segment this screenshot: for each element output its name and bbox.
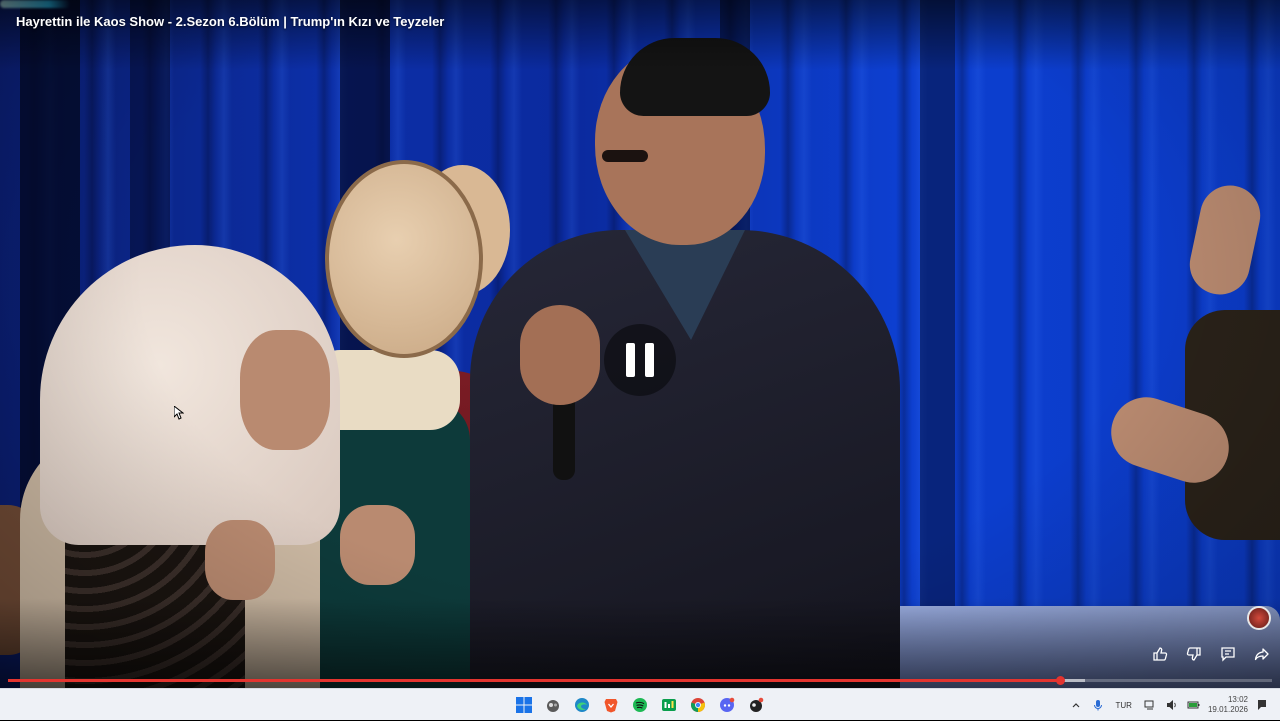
thumb-down-icon <box>1186 647 1201 661</box>
start-button[interactable] <box>512 692 536 718</box>
channel-avatar[interactable] <box>1247 606 1271 630</box>
like-button[interactable] <box>1146 640 1174 668</box>
taskbar-brave[interactable] <box>599 692 623 718</box>
taskbar-chrome[interactable] <box>686 692 710 718</box>
clock-date: 19.01.2026 <box>1207 705 1248 714</box>
video-actions <box>1146 640 1276 668</box>
speaker-icon <box>1166 700 1176 710</box>
scrubber-handle[interactable] <box>1055 676 1065 685</box>
progress-bar[interactable] <box>8 676 1272 685</box>
app-icon <box>662 699 676 711</box>
chevron-up-icon <box>1072 703 1079 708</box>
windows-start-icon <box>516 697 532 713</box>
spotify-icon <box>633 698 647 712</box>
dislike-button[interactable] <box>1180 640 1208 668</box>
comment-icon <box>1221 647 1235 662</box>
clock-time: 13:02 <box>1227 695 1248 704</box>
pause-icon <box>626 343 635 377</box>
pause-button[interactable] <box>604 324 676 396</box>
bottom-gradient <box>0 598 1280 688</box>
discord-icon <box>720 697 735 712</box>
app-icon <box>750 697 764 712</box>
app-icon <box>547 700 559 712</box>
edge-icon <box>575 698 589 712</box>
taskbar-app[interactable] <box>657 692 681 718</box>
clock[interactable]: 13:02 19.01.2026 <box>1208 695 1248 715</box>
taskbar-app[interactable] <box>541 692 565 718</box>
battery-icon <box>1187 701 1200 709</box>
pause-icon <box>645 343 654 377</box>
microphone-tray-button[interactable] <box>1090 697 1106 713</box>
windows-taskbar: TUR 13:02 19.01.2026 <box>0 688 1280 720</box>
system-tray: TUR 13:02 19.01.2026 <box>1068 689 1271 721</box>
played-bar <box>8 679 1060 682</box>
taskbar-edge[interactable] <box>570 692 594 718</box>
tray-overflow-button[interactable] <box>1068 697 1084 713</box>
share-button[interactable] <box>1248 640 1276 668</box>
network-icon <box>1144 700 1154 710</box>
chrome-icon <box>691 698 705 712</box>
battery-button[interactable] <box>1186 697 1202 713</box>
brave-icon <box>604 699 618 713</box>
share-icon <box>1254 648 1269 661</box>
thumb-up-icon <box>1153 647 1168 661</box>
video-title: Hayrettin ile Kaos Show - 2.Sezon 6.Bölü… <box>16 14 445 29</box>
taskbar-app[interactable] <box>744 692 768 718</box>
taskbar-discord[interactable] <box>715 692 739 718</box>
network-button[interactable] <box>1142 697 1158 713</box>
taskbar-spotify[interactable] <box>628 692 652 718</box>
input-language[interactable]: TUR <box>1112 701 1136 710</box>
volume-button[interactable] <box>1164 697 1180 713</box>
notification-icon <box>1258 700 1266 710</box>
microphone-icon <box>1093 700 1102 711</box>
comments-button[interactable] <box>1214 640 1242 668</box>
top-gradient <box>0 0 1280 70</box>
taskbar-apps <box>512 692 768 718</box>
notifications-button[interactable] <box>1254 697 1270 713</box>
